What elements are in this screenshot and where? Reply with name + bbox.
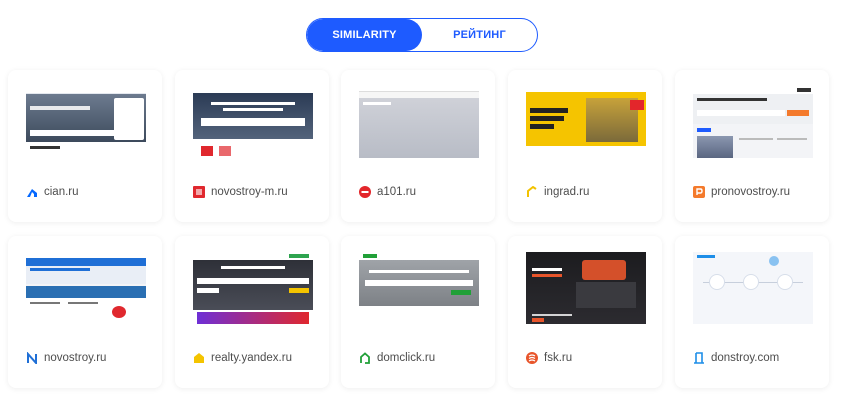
site-thumbnail: [26, 86, 146, 158]
site-thumbnail: [193, 86, 313, 158]
site-label[interactable]: realty.yandex.ru: [193, 352, 292, 364]
site-label[interactable]: fsk.ru: [526, 352, 572, 364]
site-thumbnail: [526, 86, 646, 158]
site-card-realty-yandex[interactable]: realty.yandex.ru: [175, 236, 329, 388]
site-thumbnail: [359, 86, 479, 158]
rating-tab[interactable]: РЕЙТИНГ: [422, 19, 537, 51]
site-label[interactable]: cian.ru: [26, 186, 79, 198]
site-thumbnail: [693, 86, 813, 158]
site-card-ingrad[interactable]: ingrad.ru: [508, 70, 662, 222]
pronovostroy-logo-icon: [693, 186, 705, 198]
novostroy-logo-icon: [27, 352, 37, 364]
site-label[interactable]: domclick.ru: [359, 352, 435, 364]
site-thumbnail: [693, 252, 813, 324]
domclick-logo-icon: [360, 352, 370, 364]
site-card-domclick[interactable]: domclick.ru: [341, 236, 495, 388]
site-thumbnail: [26, 252, 146, 324]
site-card-cian[interactable]: cian.ru: [8, 70, 162, 222]
site-card-donstroy[interactable]: donstroy.com: [675, 236, 829, 388]
site-card-novostroy-m[interactable]: novostroy-m.ru: [175, 70, 329, 222]
site-thumbnail: [359, 252, 479, 324]
view-toggle: SIMILARITY РЕЙТИНГ: [306, 18, 538, 52]
fsk-logo-icon: [526, 352, 538, 364]
similarity-tab[interactable]: SIMILARITY: [307, 19, 422, 51]
novostroy-m-logo-icon: [193, 186, 205, 198]
site-card-pronovostroy[interactable]: pronovostroy.ru: [675, 70, 829, 222]
yandex-realty-logo-icon: [194, 353, 204, 363]
site-card-fsk[interactable]: fsk.ru: [508, 236, 662, 388]
site-label[interactable]: novostroy.ru: [26, 352, 106, 364]
site-label[interactable]: a101.ru: [359, 186, 416, 198]
donstroy-logo-icon: [694, 352, 704, 364]
site-label[interactable]: donstroy.com: [693, 352, 779, 364]
site-label[interactable]: novostroy-m.ru: [193, 186, 288, 198]
site-card-novostroy[interactable]: novostroy.ru: [8, 236, 162, 388]
a101-logo-icon: [359, 186, 371, 198]
site-card-a101[interactable]: a101.ru: [341, 70, 495, 222]
cian-logo-icon: [27, 189, 37, 197]
site-thumbnail: [526, 252, 646, 324]
ingrad-logo-icon: [527, 186, 537, 197]
site-thumbnail: [193, 252, 313, 324]
site-label[interactable]: ingrad.ru: [526, 186, 589, 198]
site-label[interactable]: pronovostroy.ru: [693, 186, 790, 198]
